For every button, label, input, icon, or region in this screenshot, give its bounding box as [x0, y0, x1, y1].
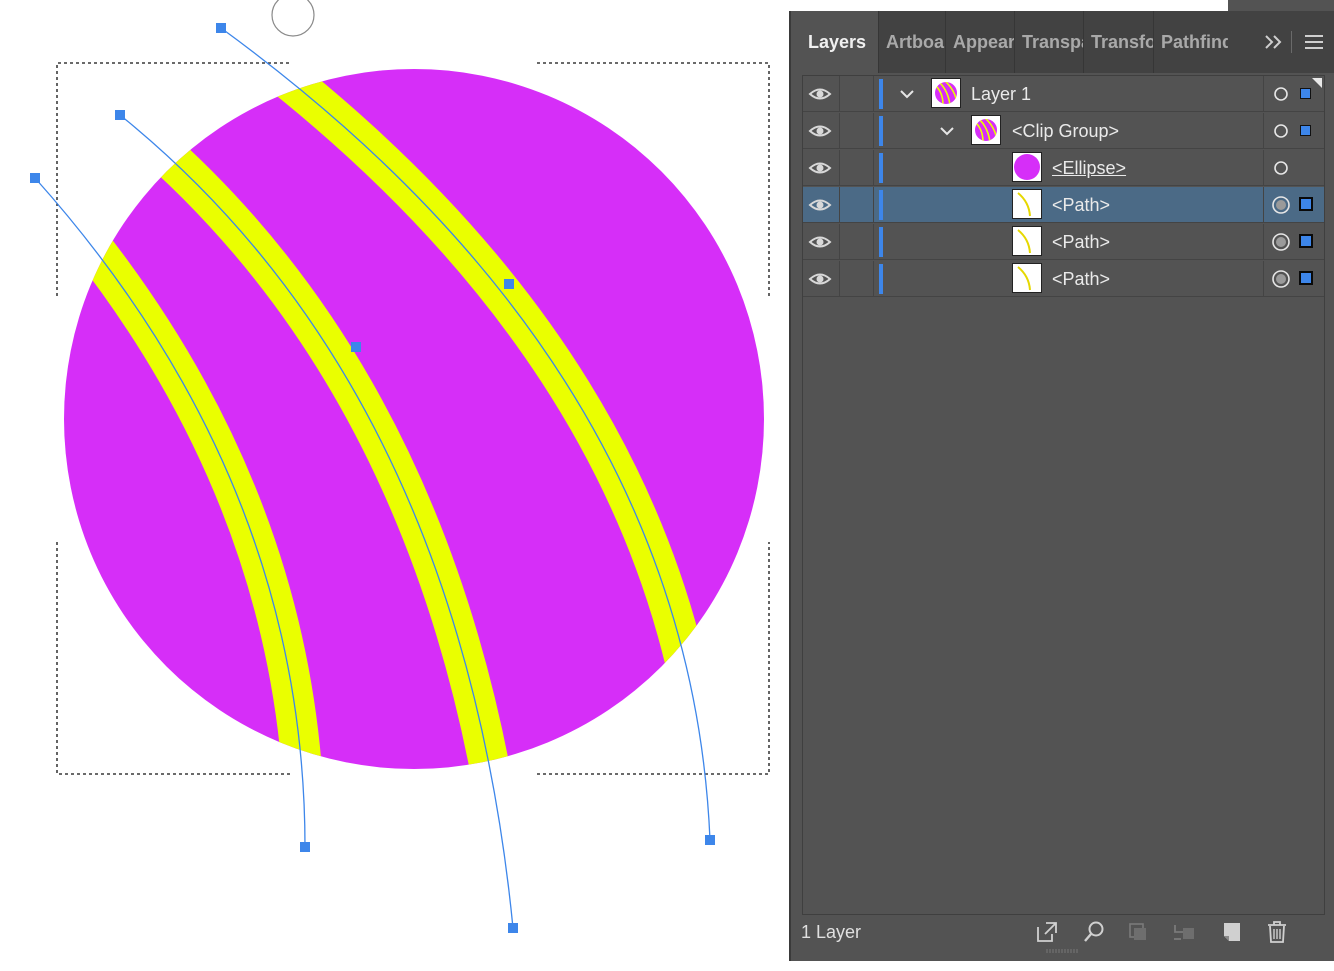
resize-grip[interactable]: [1045, 948, 1081, 954]
anchor-point: [508, 923, 518, 933]
anchor-point: [115, 110, 125, 120]
clipping-mask-icon[interactable]: [1125, 919, 1151, 945]
layer-name: <Path>: [1052, 269, 1111, 289]
sublayer-icon[interactable]: [1171, 919, 1197, 945]
column-divider: [873, 187, 874, 223]
visibility-eye-icon[interactable]: [807, 118, 833, 144]
panel-tab-bar: Layers Artboards Appearance Transparency…: [791, 11, 1334, 73]
layer-thumb: [971, 115, 1001, 145]
column-divider: [839, 150, 840, 186]
panel-menu-icon[interactable]: [1301, 29, 1327, 55]
visibility-eye-icon[interactable]: [807, 266, 833, 292]
visibility-eye-icon[interactable]: [807, 81, 833, 107]
layer-color-bar: [879, 264, 883, 294]
selection-indicator[interactable]: [1299, 271, 1313, 285]
rotate-handle-icon[interactable]: [271, 0, 315, 37]
column-divider: [1263, 261, 1264, 297]
layer-name: Layer 1: [971, 84, 1032, 104]
anchor-point: [300, 842, 310, 852]
layer-color-bar: [879, 153, 883, 183]
column-divider: [839, 224, 840, 260]
anchor-point: [351, 342, 361, 352]
ellipse-thumb: [1012, 152, 1042, 182]
export-icon[interactable]: [1034, 919, 1060, 945]
target-selected-icon[interactable]: [1271, 195, 1291, 215]
layer-row-path[interactable]: <Path>: [803, 224, 1324, 260]
selection-indicator[interactable]: [1300, 125, 1311, 136]
anchor-point: [216, 23, 226, 33]
column-divider: [1263, 150, 1264, 186]
tab-pathfinder[interactable]: Pathfinder: [1153, 11, 1228, 73]
column-divider: [1263, 76, 1264, 112]
path-thumb: [1012, 226, 1042, 256]
layers-panel: Layers Artboards Appearance Transparency…: [789, 11, 1334, 961]
search-icon[interactable]: [1081, 919, 1107, 945]
layer-color-bar: [879, 79, 883, 109]
target-selected-icon[interactable]: [1271, 232, 1291, 252]
chevron-down-icon[interactable]: [896, 83, 918, 105]
chevron-down-icon[interactable]: [936, 120, 958, 142]
layer-color-bar: [879, 227, 883, 257]
layer-color-bar: [879, 190, 883, 220]
tab-layers[interactable]: Layers: [791, 11, 878, 73]
layers-list: Layer 1 <Clip Group> <Ellipse> <Path> <P…: [802, 75, 1325, 915]
column-divider: [873, 224, 874, 260]
column-divider: [873, 150, 874, 186]
target-circle-icon[interactable]: [1271, 158, 1291, 178]
target-circle-icon[interactable]: [1271, 121, 1291, 141]
layers-footer: 1 Layer: [791, 915, 1334, 949]
target-circle-icon[interactable]: [1271, 84, 1291, 104]
layer-thumb: [931, 78, 961, 108]
column-divider: [1263, 113, 1264, 149]
tab-divider: [1291, 31, 1292, 53]
tab-appearance[interactable]: Appearance: [945, 11, 1014, 73]
artboard-canvas[interactable]: [0, 0, 790, 971]
path-thumb: [1012, 189, 1042, 219]
selection-indicator[interactable]: [1299, 234, 1313, 248]
path-thumb: [1012, 263, 1042, 293]
selection-indicator[interactable]: [1300, 88, 1311, 99]
layer-row-path-selected[interactable]: <Path>: [803, 187, 1324, 223]
layer-name: <Path>: [1052, 232, 1111, 252]
new-layer-icon[interactable]: [1219, 919, 1245, 945]
expand-panels-icon[interactable]: [1261, 29, 1287, 55]
column-divider: [873, 76, 874, 112]
visibility-eye-icon[interactable]: [807, 229, 833, 255]
selection-indicator[interactable]: [1299, 197, 1313, 211]
anchor-point: [705, 835, 715, 845]
artwork-svg[interactable]: [0, 0, 790, 971]
column-divider: [839, 261, 840, 297]
tab-artboards[interactable]: Artboards: [878, 11, 945, 73]
layer-row-clip-group[interactable]: <Clip Group>: [803, 113, 1324, 149]
column-divider: [839, 76, 840, 112]
column-divider: [1263, 187, 1264, 223]
column-divider: [873, 113, 874, 149]
visibility-eye-icon[interactable]: [807, 192, 833, 218]
visibility-eye-icon[interactable]: [807, 155, 833, 181]
anchor-point: [504, 279, 514, 289]
layer-name: <Clip Group>: [1012, 121, 1120, 141]
layer-row-path[interactable]: <Path>: [803, 261, 1324, 297]
column-divider: [873, 261, 874, 297]
layer-count-label: 1 Layer: [801, 922, 862, 942]
column-divider: [1263, 224, 1264, 260]
column-divider: [839, 187, 840, 223]
layer-name: <Ellipse>: [1052, 158, 1127, 178]
layer-name: <Path>: [1052, 195, 1111, 215]
anchor-point: [30, 173, 40, 183]
column-divider: [839, 113, 840, 149]
tab-transparency[interactable]: Transparency: [1014, 11, 1083, 73]
layer-row-layer-1[interactable]: Layer 1: [803, 76, 1324, 112]
trash-icon[interactable]: [1264, 919, 1290, 945]
layer-row-ellipse[interactable]: <Ellipse>: [803, 150, 1324, 186]
target-selected-icon[interactable]: [1271, 269, 1291, 289]
layer-color-bar: [879, 116, 883, 146]
tab-transform[interactable]: Transform: [1083, 11, 1153, 73]
